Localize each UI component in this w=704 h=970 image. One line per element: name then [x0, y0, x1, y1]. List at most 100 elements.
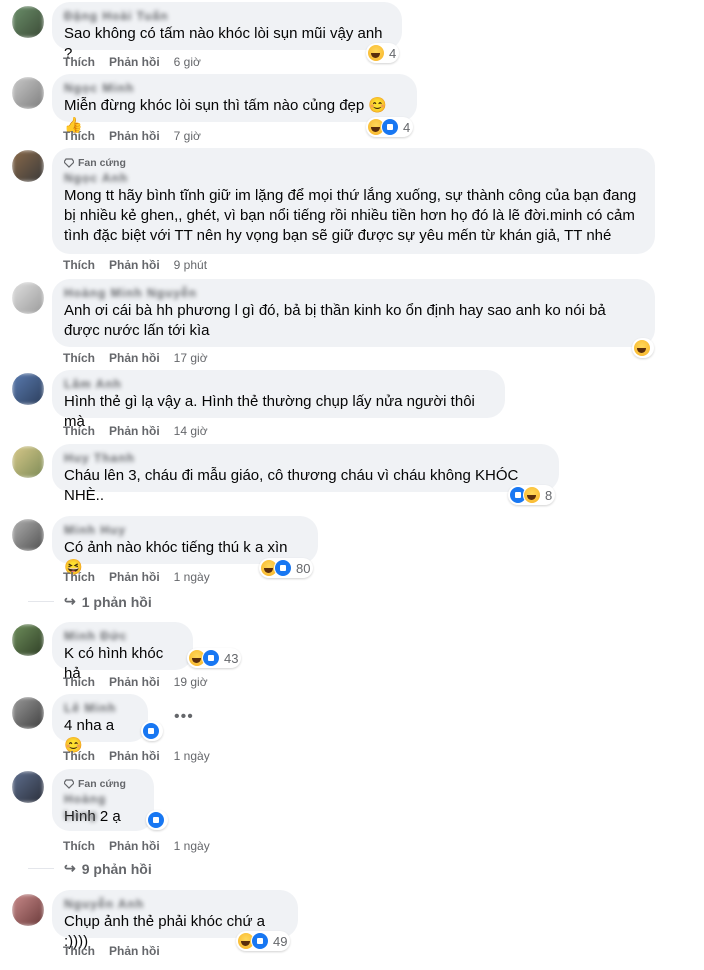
- comment-time[interactable]: 9 phút: [174, 257, 207, 273]
- comment-actions: Thích Phản hồi 6 giờ: [63, 54, 201, 70]
- comment-time[interactable]: 1 ngày: [174, 838, 210, 854]
- reaction-summary[interactable]: 8: [508, 485, 556, 505]
- reaction-summary[interactable]: [146, 810, 168, 830]
- like-button[interactable]: Thích: [63, 674, 95, 690]
- comment-text: Mong tt hãy bình tĩnh giữ im lặng để mọi…: [64, 187, 641, 244]
- comment-time[interactable]: 19 giờ: [174, 674, 208, 690]
- avatar[interactable]: [12, 6, 44, 38]
- comment-bubble: Ngọc Minh Miễn đừng khóc lòi sụn thì tấm…: [52, 74, 417, 134]
- comment-author[interactable]: Đặng Hoài Tuấn: [64, 8, 390, 24]
- reaction-count: 80: [296, 560, 311, 576]
- comment-actions: Thích Phản hồi 19 giờ: [63, 674, 208, 690]
- comment-author[interactable]: Ngọc Anh: [64, 170, 643, 186]
- comment-author[interactable]: Lê Minh: [64, 700, 136, 716]
- reaction-count: 4: [389, 45, 397, 61]
- comment-author[interactable]: Nguyễn Anh: [64, 896, 286, 912]
- avatar[interactable]: [12, 697, 44, 729]
- comment-time[interactable]: 17 giờ: [174, 350, 208, 366]
- like-icon: [251, 932, 269, 950]
- comment-text: Cháu lên 3, cháu đi mẫu giáo, cô thương …: [64, 467, 523, 504]
- avatar[interactable]: [12, 446, 44, 478]
- comment-actions: Thích Phản hồi 17 giờ: [63, 350, 208, 366]
- like-icon: [202, 649, 220, 667]
- reaction-count: 49: [273, 933, 288, 949]
- reply-button[interactable]: Phản hồi: [109, 838, 160, 854]
- like-icon: [381, 118, 399, 136]
- avatar[interactable]: [12, 894, 44, 926]
- thread-line: [28, 601, 54, 602]
- view-replies-link[interactable]: ↪ 1 phản hồi: [64, 593, 152, 610]
- fan-badge: Fan cứng: [64, 777, 142, 791]
- like-button[interactable]: Thích: [63, 943, 95, 959]
- comment-bubble: Đặng Hoài Tuấn Sao không có tấm nào khóc…: [52, 2, 402, 62]
- like-icon: [147, 811, 165, 829]
- avatar[interactable]: [12, 519, 44, 551]
- reply-button[interactable]: Phản hồi: [109, 257, 160, 273]
- comment-bubble: Fan cứng Ngọc Anh Mong tt hãy bình tĩnh …: [52, 148, 655, 254]
- comment-author[interactable]: Minh Đức: [64, 628, 181, 644]
- reaction-count: 8: [545, 487, 553, 503]
- comment-bubble: Lê Minh 4 nha a 😊: [52, 694, 148, 754]
- comment-author[interactable]: Lâm Anh: [64, 376, 493, 392]
- comment-bubble: Huy Thanh Cháu lên 3, cháu đi mẫu giáo, …: [52, 444, 559, 504]
- like-button[interactable]: Thích: [63, 257, 95, 273]
- like-icon: [274, 559, 292, 577]
- comment-time[interactable]: 14 giờ: [174, 423, 208, 439]
- comment-actions: Thích Phản hồi 1 ngày: [63, 748, 210, 764]
- like-icon: [142, 722, 160, 740]
- more-options-icon[interactable]: •••: [174, 708, 194, 726]
- avatar[interactable]: [12, 77, 44, 109]
- comment-bubble: Lâm Anh Hình thẻ gì lạ vậy a. Hình thẻ t…: [52, 370, 505, 430]
- reaction-summary[interactable]: [632, 338, 654, 358]
- reaction-summary[interactable]: 80: [259, 558, 314, 578]
- like-button[interactable]: Thích: [63, 569, 95, 585]
- reply-button[interactable]: Phản hồi: [109, 423, 160, 439]
- like-button[interactable]: Thích: [63, 54, 95, 70]
- fan-badge: Fan cứng: [64, 156, 643, 170]
- comment-actions: Thích Phản hồi 9 phút: [63, 257, 207, 273]
- view-replies-link[interactable]: ↪ 9 phản hồi: [64, 860, 152, 877]
- reply-button[interactable]: Phản hồi: [109, 748, 160, 764]
- like-button[interactable]: Thích: [63, 350, 95, 366]
- reaction-summary[interactable]: 49: [236, 931, 291, 951]
- comment-time[interactable]: 6 giờ: [174, 54, 201, 70]
- avatar[interactable]: [12, 282, 44, 314]
- comment-time[interactable]: 7 giờ: [174, 128, 201, 144]
- comment-author[interactable]: Ngọc Minh: [64, 80, 405, 96]
- reply-button[interactable]: Phản hồi: [109, 674, 160, 690]
- reply-button[interactable]: Phản hồi: [109, 350, 160, 366]
- avatar[interactable]: [12, 771, 44, 803]
- reaction-summary[interactable]: 4: [366, 117, 414, 137]
- haha-icon: [367, 44, 385, 62]
- reply-button[interactable]: Phản hồi: [109, 569, 160, 585]
- diamond-icon: [64, 158, 74, 168]
- comment-actions: Thích Phản hồi 14 giờ: [63, 423, 208, 439]
- reaction-count: 43: [224, 650, 239, 666]
- avatar[interactable]: [12, 624, 44, 656]
- avatar[interactable]: [12, 373, 44, 405]
- like-button[interactable]: Thích: [63, 423, 95, 439]
- reply-button[interactable]: Phản hồi: [109, 943, 160, 959]
- reply-button[interactable]: Phản hồi: [109, 54, 160, 70]
- reaction-summary[interactable]: 4: [366, 43, 400, 63]
- comment-author[interactable]: Hoàng Long: [64, 791, 142, 822]
- reply-button[interactable]: Phản hồi: [109, 128, 160, 144]
- reaction-summary[interactable]: [141, 721, 163, 741]
- comment-actions: Thích Phản hồi 1 ngày: [63, 569, 210, 585]
- reaction-count: 4: [403, 119, 411, 135]
- comment-actions: Thích Phản hồi: [63, 943, 160, 959]
- like-button[interactable]: Thích: [63, 128, 95, 144]
- comment-author[interactable]: Hoàng Minh Nguyễn: [64, 285, 643, 301]
- comment-text: Anh ơi cái bà hh phương l gì đó, bả bị t…: [64, 302, 610, 339]
- comment-author[interactable]: Minh Huy: [64, 522, 306, 538]
- comment-bubble: Minh Đức K có hình khóc hả: [52, 622, 193, 682]
- like-button[interactable]: Thích: [63, 748, 95, 764]
- avatar[interactable]: [12, 150, 44, 182]
- like-button[interactable]: Thích: [63, 838, 95, 854]
- comment-time[interactable]: 1 ngày: [174, 748, 210, 764]
- reply-arrow-icon: ↪: [64, 593, 76, 609]
- comment-time[interactable]: 1 ngày: [174, 569, 210, 585]
- comment-actions: Thích Phản hồi 1 ngày: [63, 838, 210, 854]
- comment-author[interactable]: Huy Thanh: [64, 450, 547, 466]
- reaction-summary[interactable]: 43: [187, 648, 242, 668]
